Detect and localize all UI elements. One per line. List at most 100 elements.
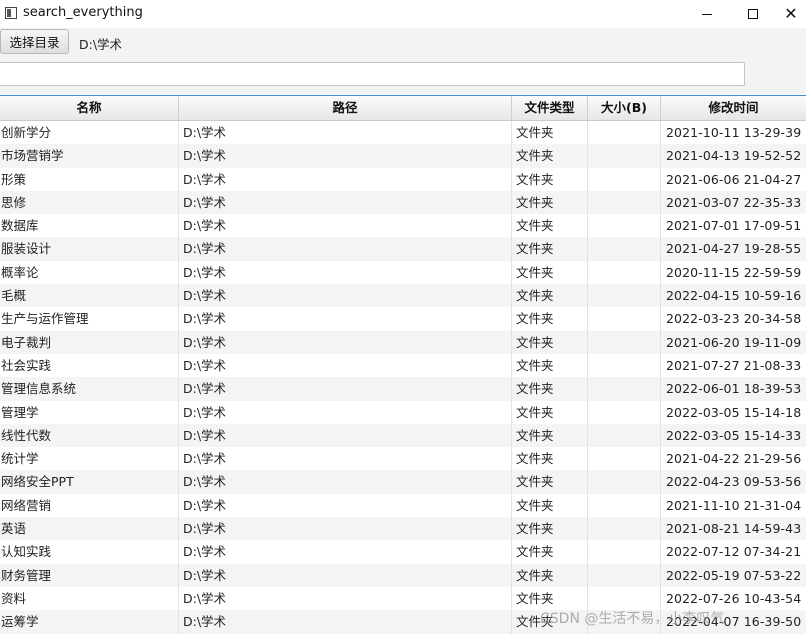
close-icon: ✕: [784, 4, 798, 23]
cell-name: 管理信息系统: [0, 377, 179, 401]
table-row[interactable]: 网络安全PPT D:\学术 文件夹 2022-04-23 09-53-56: [0, 470, 806, 494]
minimize-button[interactable]: [684, 0, 730, 28]
search-row: [0, 56, 806, 94]
cell-type: 文件夹: [512, 493, 588, 518]
cell-name: 毛概: [0, 284, 179, 308]
cell-modified: 2022-04-23 09-53-56: [666, 474, 802, 490]
column-header-type[interactable]: 文件类型: [512, 96, 588, 120]
current-directory-label: D:\学术: [79, 37, 123, 52]
cell-path: D:\学术: [179, 330, 512, 354]
table-row[interactable]: 管理学 D:\学术 文件夹 2022-03-05 15-14-18: [0, 400, 806, 424]
table-row[interactable]: 服装设计 D:\学术 文件夹 2021-04-27 19-28-55: [0, 237, 806, 261]
cell-name: 统计学: [0, 447, 179, 471]
minimize-icon: [702, 13, 712, 15]
cell-size: [588, 493, 661, 518]
cell-size: [588, 517, 661, 541]
cell-modified: 2022-03-23 20-34-58: [666, 311, 802, 327]
cell-modified: 2022-04-07 16-39-50: [666, 614, 802, 630]
cell-name: 思修: [0, 190, 179, 215]
choose-directory-button[interactable]: 选择目录: [0, 29, 69, 54]
cell-type: 文件夹: [512, 423, 588, 448]
cell-size: [588, 447, 661, 471]
table-row[interactable]: 认知实践 D:\学术 文件夹 2022-07-12 07-34-21: [0, 540, 806, 564]
column-header-modified[interactable]: 修改时间: [661, 96, 806, 120]
cell-name: 财务管理: [0, 563, 179, 587]
cell-type: 文件夹: [512, 447, 588, 471]
cell-type: 文件夹: [512, 586, 588, 611]
cell-name: 概率论: [0, 260, 179, 285]
cell-size: [588, 610, 661, 634]
cell-modified: 2021-08-21 14-59-43: [666, 521, 802, 537]
cell-path: D:\学术: [179, 423, 512, 448]
cell-name: 社会实践: [0, 353, 179, 378]
cell-name: 形策: [0, 167, 179, 191]
cell-path: D:\学术: [179, 167, 512, 191]
cell-name: 运筹学: [0, 610, 179, 634]
cell-path: D:\学术: [179, 400, 512, 424]
cell-path: D:\学术: [179, 470, 512, 494]
cell-modified: 2022-03-05 15-14-18: [666, 404, 802, 420]
table-row[interactable]: 运筹学 D:\学术 文件夹 2022-04-07 16-39-50: [0, 610, 806, 634]
table-row[interactable]: 生产与运作管理 D:\学术 文件夹 2022-03-23 20-34-58: [0, 307, 806, 331]
cell-type: 文件夹: [512, 237, 588, 261]
cell-path: D:\学术: [179, 353, 512, 378]
cell-modified: 2022-05-19 07-53-22: [666, 567, 802, 583]
search-input[interactable]: [0, 62, 745, 86]
cell-type: 文件夹: [512, 167, 588, 191]
table-row[interactable]: 形策 D:\学术 文件夹 2021-06-06 21-04-27: [0, 167, 806, 191]
cell-type: 文件夹: [512, 353, 588, 378]
cell-name: 资料: [0, 586, 179, 611]
table-row[interactable]: 市场营销学 D:\学术 文件夹 2021-04-13 19-52-52: [0, 144, 806, 168]
table-row[interactable]: 管理信息系统 D:\学术 文件夹 2022-06-01 18-39-53: [0, 377, 806, 401]
cell-size: [588, 563, 661, 587]
table-row[interactable]: 统计学 D:\学术 文件夹 2021-04-22 21-29-56: [0, 447, 806, 471]
cell-path: D:\学术: [179, 447, 512, 471]
table-row[interactable]: 概率论 D:\学术 文件夹 2020-11-15 22-59-59: [0, 260, 806, 285]
table-row[interactable]: 毛概 D:\学术 文件夹 2022-04-15 10-59-16: [0, 284, 806, 308]
table-row[interactable]: 社会实践 D:\学术 文件夹 2021-07-27 21-08-33: [0, 353, 806, 378]
cell-size: [588, 330, 661, 354]
cell-size: [588, 121, 661, 145]
cell-size: [588, 167, 661, 191]
close-button[interactable]: ✕: [776, 0, 806, 28]
title-bar: search_everything ✕: [0, 0, 806, 28]
column-header-path[interactable]: 路径: [179, 96, 512, 120]
cell-name: 英语: [0, 517, 179, 541]
cell-type: 文件夹: [512, 260, 588, 285]
table-row[interactable]: 思修 D:\学术 文件夹 2021-03-07 22-35-33: [0, 190, 806, 215]
cell-path: D:\学术: [179, 121, 512, 145]
maximize-icon: [748, 9, 758, 19]
table-row[interactable]: 线性代数 D:\学术 文件夹 2022-03-05 15-14-33: [0, 423, 806, 448]
maximize-button[interactable]: [730, 0, 776, 28]
cell-name: 生产与运作管理: [0, 307, 179, 331]
column-header-name[interactable]: 名称: [0, 96, 179, 120]
cell-path: D:\学术: [179, 540, 512, 564]
cell-type: 文件夹: [512, 144, 588, 168]
cell-type: 文件夹: [512, 190, 588, 215]
cell-path: D:\学术: [179, 237, 512, 261]
cell-modified: 2021-11-10 21-31-04: [666, 497, 802, 513]
cell-modified: 2021-04-13 19-52-52: [666, 148, 802, 164]
cell-size: [588, 377, 661, 401]
cell-size: [588, 540, 661, 564]
table-row[interactable]: 财务管理 D:\学术 文件夹 2022-05-19 07-53-22: [0, 563, 806, 587]
cell-type: 文件夹: [512, 284, 588, 308]
table-header: 名称 路径 文件类型 大小(B) 修改时间: [0, 96, 806, 121]
cell-type: 文件夹: [512, 214, 588, 238]
table-row[interactable]: 电子裁判 D:\学术 文件夹 2021-06-20 19-11-09: [0, 330, 806, 354]
table-row[interactable]: 网络营销 D:\学术 文件夹 2021-11-10 21-31-04: [0, 493, 806, 518]
column-header-size[interactable]: 大小(B): [588, 96, 661, 120]
app-icon: [5, 7, 17, 19]
cell-path: D:\学术: [179, 190, 512, 215]
cell-modified: 2022-07-26 10-43-54: [666, 590, 802, 606]
table-row[interactable]: 英语 D:\学术 文件夹 2021-08-21 14-59-43: [0, 517, 806, 541]
table-row[interactable]: 数据库 D:\学术 文件夹 2021-07-01 17-09-51: [0, 214, 806, 238]
table-row[interactable]: 创新学分 D:\学术 文件夹 2021-10-11 13-29-39: [0, 121, 806, 145]
cell-size: [588, 400, 661, 424]
cell-name: 管理学: [0, 400, 179, 424]
table-row[interactable]: 资料 D:\学术 文件夹 2022-07-26 10-43-54: [0, 586, 806, 611]
cell-name: 创新学分: [0, 121, 179, 145]
cell-modified: 2021-10-11 13-29-39: [666, 125, 802, 140]
cell-size: [588, 284, 661, 308]
cell-modified: 2022-07-12 07-34-21: [666, 544, 802, 560]
